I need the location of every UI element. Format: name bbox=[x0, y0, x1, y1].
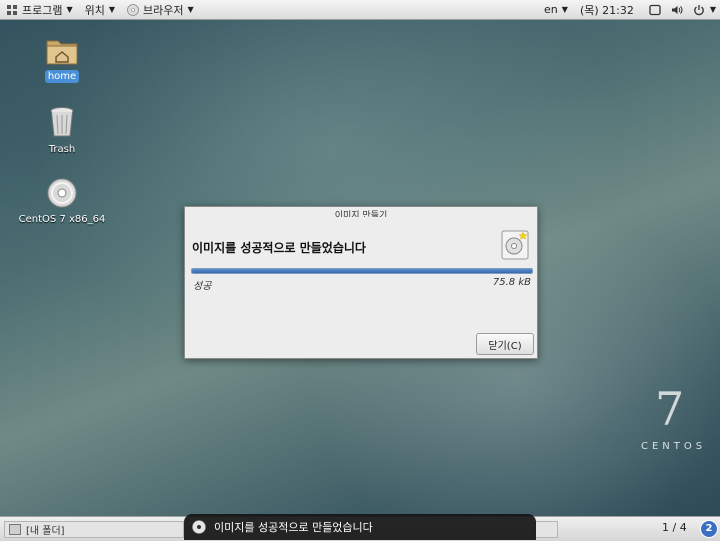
notification-banner[interactable]: 이미지를 성공적으로 만들었습니다 bbox=[184, 514, 536, 540]
centos-wordmark: CENTOS bbox=[641, 441, 707, 452]
progress-fill bbox=[192, 269, 532, 273]
clock[interactable]: (목) 21:32 bbox=[574, 0, 640, 19]
status-text: 성공 bbox=[193, 281, 212, 292]
applications-label: 프로그램 bbox=[22, 3, 63, 17]
applications-menu[interactable]: 프로그램 ▼ bbox=[0, 0, 79, 19]
notification-count-badge[interactable]: 2 bbox=[700, 520, 718, 538]
progress-bar bbox=[191, 268, 533, 274]
disc-icon bbox=[47, 178, 77, 208]
taskbar-item[interactable] bbox=[534, 521, 558, 538]
browser-menu[interactable]: 브라우저 ▼ bbox=[121, 0, 200, 19]
desktop-icon-label: CentOS 7 x86_64 bbox=[18, 214, 106, 225]
top-panel: 프로그램 ▼ 위치 ▼ 브라우저 ▼ en ▼ (목) 21:32 ▼ bbox=[0, 0, 720, 20]
language-selector[interactable]: en ▼ bbox=[538, 0, 574, 19]
disc-icon bbox=[127, 3, 139, 16]
chevron-down-icon: ▼ bbox=[108, 5, 116, 14]
window-icon bbox=[9, 524, 21, 535]
desktop-icon-label: Trash bbox=[48, 144, 76, 155]
desktop-icon-label: home bbox=[44, 70, 80, 83]
places-menu[interactable]: 위치 ▼ bbox=[79, 0, 121, 19]
language-label: en bbox=[544, 3, 558, 16]
disc-icon bbox=[192, 520, 206, 534]
disc-image-icon bbox=[501, 230, 529, 260]
desktop-icon-home[interactable]: home bbox=[27, 36, 97, 83]
chevron-down-icon[interactable]: ▼ bbox=[710, 5, 716, 14]
taskbar-item-label: [내 폴더] bbox=[26, 526, 65, 537]
close-button[interactable]: 닫기(C) bbox=[476, 333, 534, 355]
chevron-down-icon: ▼ bbox=[66, 5, 73, 14]
applications-icon bbox=[7, 4, 17, 15]
chevron-down-icon: ▼ bbox=[187, 5, 194, 14]
dialog-title: 이미지 만들기 bbox=[334, 211, 388, 217]
centos-version-mark: 7 bbox=[655, 382, 685, 436]
taskbar-item-home-folder[interactable]: [내 폴더] bbox=[4, 521, 184, 538]
desktop-icon-centos-disc[interactable]: CentOS 7 x86_64 bbox=[19, 177, 105, 226]
browser-label: 브라우저 bbox=[143, 3, 184, 17]
workspace-indicator[interactable]: 1 / 4 bbox=[662, 521, 687, 534]
system-tray: ▼ bbox=[640, 0, 720, 19]
notification-text: 이미지를 성공적으로 만들었습니다 bbox=[214, 521, 373, 534]
power-icon[interactable] bbox=[693, 4, 705, 16]
clock-label: (목) 21:32 bbox=[579, 3, 634, 17]
window-icon[interactable] bbox=[649, 4, 661, 16]
places-label: 위치 bbox=[84, 3, 105, 17]
desktop-icon-trash[interactable]: Trash bbox=[27, 105, 97, 156]
volume-icon[interactable] bbox=[671, 4, 683, 16]
dialog-heading: 이미지를 성공적으로 만들었습니다 bbox=[192, 241, 366, 255]
chevron-down-icon: ▼ bbox=[561, 5, 568, 14]
file-size-text: 75.8 kB bbox=[492, 277, 531, 288]
create-image-dialog: 이미지 만들기 이미지를 성공적으로 만들었습니다 성공 75.8 kB 닫기(… bbox=[184, 206, 538, 359]
trash-icon bbox=[50, 107, 74, 137]
home-folder-icon bbox=[46, 40, 78, 65]
